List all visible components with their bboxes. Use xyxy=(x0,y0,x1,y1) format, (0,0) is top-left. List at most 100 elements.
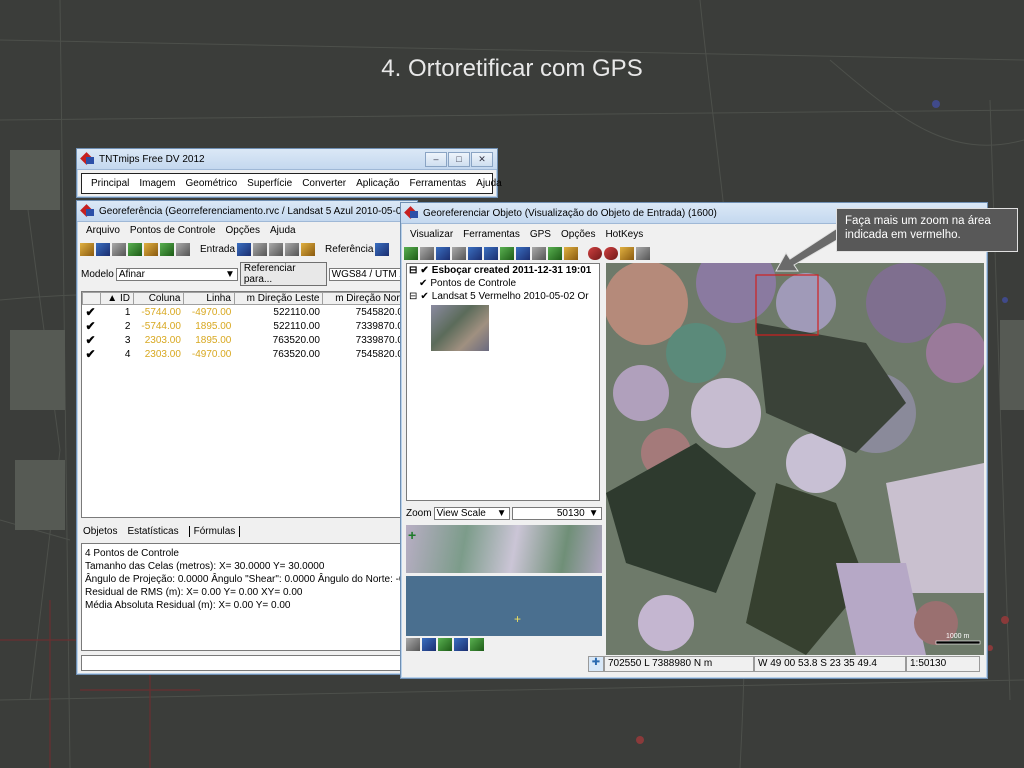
pointer-icon[interactable] xyxy=(176,242,190,256)
open-icon[interactable] xyxy=(80,242,94,256)
col-norte[interactable]: m Direção Norte xyxy=(322,292,412,305)
col-id[interactable]: ▲ ID xyxy=(100,292,134,305)
menu-principal[interactable]: Principal xyxy=(86,177,134,190)
entrada-label: Entrada xyxy=(200,243,236,255)
magnifier-icon[interactable] xyxy=(604,246,618,260)
referenciar-button[interactable]: Referenciar para... xyxy=(239,262,327,286)
zoom-value-field[interactable]: 50130 ▼ xyxy=(511,507,602,520)
save-icon[interactable] xyxy=(96,242,110,256)
pan-icon[interactable] xyxy=(404,246,418,260)
check-icon[interactable]: ✔ xyxy=(83,347,101,361)
stop-icon[interactable] xyxy=(588,246,602,260)
entrada-tool-2-icon[interactable] xyxy=(253,242,268,256)
menu-aplicacao[interactable]: Aplicação xyxy=(351,177,404,190)
table-row[interactable]: ✔ 3 2303.00 1895.00 763520.00 7339870.00 xyxy=(83,333,412,347)
check-icon[interactable]: ✔ xyxy=(83,319,101,333)
tntmips-menubar: Principal Imagem Geométrico Superfície C… xyxy=(81,173,502,194)
add-point-icon[interactable] xyxy=(144,242,158,256)
georef-titlebar[interactable]: Georeferência (Georreferenciamento.rvc /… xyxy=(77,201,417,222)
col-linha[interactable]: Linha xyxy=(183,292,235,305)
menu-ajuda[interactable]: Ajuda xyxy=(471,177,507,190)
menu-arquivo[interactable]: Arquivo xyxy=(81,224,125,237)
check-icon[interactable]: ✔ xyxy=(420,291,428,302)
entrada-tool-4-icon[interactable] xyxy=(285,242,300,256)
tntmips-titlebar[interactable]: TNTmips Free DV 2012 – □ ✕ xyxy=(77,149,497,170)
entrada-tool-3-icon[interactable] xyxy=(269,242,284,256)
tab-estatisticas[interactable]: Estatísticas xyxy=(127,526,178,537)
check-icon[interactable]: ✔ xyxy=(419,278,427,289)
maximize-button[interactable]: □ xyxy=(448,152,470,167)
zoom-label: Zoom xyxy=(406,508,432,519)
overview-zoom-icon[interactable] xyxy=(422,638,436,651)
modelo-value: Afinar xyxy=(118,268,145,280)
close-button[interactable]: ✕ xyxy=(471,152,493,167)
crosshair-icon[interactable] xyxy=(636,246,650,260)
menu-ferramentas[interactable]: Ferramentas xyxy=(458,228,525,241)
stats-line: 4 Pontos de Controle xyxy=(85,548,179,559)
modelo-row: Modelo Afinar ▼ Referenciar para... WGS8… xyxy=(77,259,417,289)
layer-row[interactable]: ⊟ ✔ Esboçar created 2011-12-31 19:01 xyxy=(407,264,599,277)
list-icon[interactable] xyxy=(112,242,126,256)
binoculars-icon[interactable] xyxy=(548,246,562,260)
accept-icon[interactable] xyxy=(160,242,174,256)
overview-map-icon[interactable] xyxy=(470,638,484,651)
menu-gps[interactable]: GPS xyxy=(525,228,556,241)
zoom-out-icon[interactable] xyxy=(484,246,498,260)
table-icon[interactable] xyxy=(128,242,142,256)
layer-row[interactable]: ✔ Pontos de Controle xyxy=(407,277,599,290)
zoom-plus-icon[interactable]: + xyxy=(408,527,416,543)
table-row[interactable]: ✔ 4 2303.00 -4970.00 763520.00 7545820.00 xyxy=(83,347,412,361)
collapse-icon[interactable]: ⊟ xyxy=(409,265,417,276)
layers-icon[interactable] xyxy=(564,246,578,260)
collapse-icon[interactable]: ⊟ xyxy=(409,291,417,302)
tab-objetos[interactable]: Objetos xyxy=(83,526,117,537)
object-statusbar: ✚ 702550 L 7388980 N m W 49 00 53.8 S 23… xyxy=(588,656,980,672)
check-icon[interactable]: ✔ xyxy=(83,305,101,319)
entrada-tool-1-icon[interactable] xyxy=(237,242,252,256)
gps-status-icon[interactable]: ✚ xyxy=(588,656,604,672)
full-view-icon[interactable] xyxy=(420,246,434,260)
callout-arrow xyxy=(775,228,842,272)
stats-line: Média Absoluta Residual (m): X= 0.00 Y= … xyxy=(85,600,291,611)
redraw-icon[interactable] xyxy=(500,246,514,260)
tab-formulas[interactable]: Fórmulas xyxy=(188,526,241,537)
menu-opcoes[interactable]: Opções xyxy=(221,224,265,237)
referencia-tool-icon[interactable] xyxy=(375,242,390,256)
zoom-mode-select[interactable]: View Scale ▼ xyxy=(433,507,510,520)
cell-norte: 7339870.00 xyxy=(355,334,409,346)
menu-ajuda[interactable]: Ajuda xyxy=(265,224,301,237)
table-row[interactable]: ✔ 2 -5744.00 1895.00 522110.00 7339870.00 xyxy=(83,319,412,333)
menu-visualizar[interactable]: Visualizar xyxy=(405,228,458,241)
check-icon[interactable]: ✔ xyxy=(83,333,101,347)
menu-pontos-de-controle[interactable]: Pontos de Controle xyxy=(125,224,221,237)
overview-map[interactable]: + xyxy=(406,576,602,636)
cell-linha: 1895.00 xyxy=(195,320,232,332)
move-icon[interactable] xyxy=(436,246,450,260)
minimize-button[interactable]: – xyxy=(425,152,447,167)
col-coluna[interactable]: Coluna xyxy=(132,292,185,305)
col-leste[interactable]: m Direção Leste xyxy=(233,292,324,305)
check-icon[interactable]: ✔ xyxy=(420,265,428,276)
menu-converter[interactable]: Converter xyxy=(297,177,351,190)
menu-superficie[interactable]: Superfície xyxy=(242,177,297,190)
overview-search-icon[interactable] xyxy=(454,638,468,651)
modelo-select[interactable]: Afinar ▼ xyxy=(115,267,238,281)
satellite-image-view[interactable]: 1000 m xyxy=(606,263,984,655)
locate-icon[interactable] xyxy=(452,246,466,260)
menu-geometrico[interactable]: Geométrico xyxy=(180,177,242,190)
edit-icon[interactable] xyxy=(620,246,634,260)
menu-ferramentas[interactable]: Ferramentas xyxy=(404,177,471,190)
menu-imagem[interactable]: Imagem xyxy=(134,177,180,190)
gps-icon[interactable] xyxy=(532,246,546,260)
table-row[interactable]: ✔ 1 -5744.00 -4970.00 522110.00 7545820.00 xyxy=(83,305,412,319)
zoom-box-icon[interactable] xyxy=(516,246,530,260)
legend-icon[interactable] xyxy=(406,638,420,651)
entrada-tool-5-icon[interactable] xyxy=(301,242,316,256)
layer-row[interactable]: ⊟ ✔ Landsat 5 Vermelho 2010-05-02 Or xyxy=(407,290,599,303)
overview-refresh-icon[interactable] xyxy=(438,638,452,651)
menu-opcoes[interactable]: Opções xyxy=(556,228,600,241)
overview-toolbar xyxy=(406,638,484,651)
zoom-in-icon[interactable] xyxy=(468,246,482,260)
svg-text:1000 m: 1000 m xyxy=(946,633,970,640)
menu-hotkeys[interactable]: HotKeys xyxy=(600,228,648,241)
